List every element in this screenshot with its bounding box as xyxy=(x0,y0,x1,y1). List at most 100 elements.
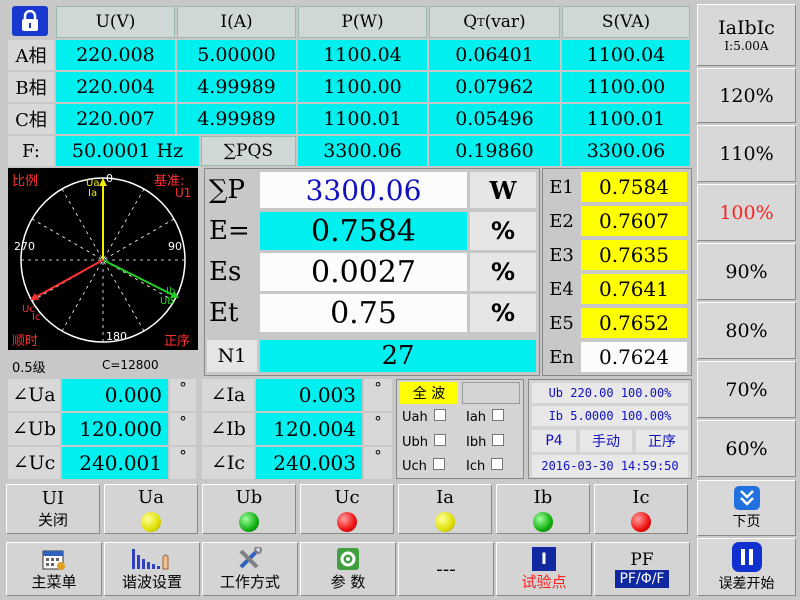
b-current: 4.99989 xyxy=(177,72,296,102)
angle-ic-label: ∠Ic xyxy=(202,447,254,479)
header-s: S(VA) xyxy=(562,6,690,38)
ub-switch-button[interactable]: Ub xyxy=(202,484,296,534)
sum-reactive-power: 0.19860 xyxy=(429,136,560,166)
angle-ia-degree: ° xyxy=(364,379,392,411)
b-active-power: 1100.00 xyxy=(298,72,427,102)
header-p: P(W) xyxy=(298,6,427,38)
datetime: 2016-03-30 14:59:50 xyxy=(532,455,688,477)
placeholder-button[interactable]: --- xyxy=(398,542,494,596)
ich-checkbox[interactable]: Ich xyxy=(466,458,504,474)
iah-checkbox[interactable]: Iah xyxy=(466,409,505,425)
angle-uc-degree: ° xyxy=(170,447,196,479)
ui-toggle-button[interactable]: UI 关闭 xyxy=(6,484,100,534)
row-label-c: C相 xyxy=(8,104,54,134)
iah-box[interactable] xyxy=(492,409,505,421)
c-reactive-power: 0.05496 xyxy=(429,104,560,134)
status-voltage-line: Ub 220.00 100.00% xyxy=(532,383,688,403)
angle-ua-degree: ° xyxy=(170,379,196,411)
status-current-line: Ib 5.0000 100.00% xyxy=(532,406,688,426)
angle-ub-label: ∠Ub xyxy=(8,413,60,445)
ib-vector-label: Ib xyxy=(166,286,176,297)
ua-switch-button[interactable]: Ua xyxy=(104,484,198,534)
angle-ub-value: 120.000 xyxy=(62,413,168,445)
sequence-mode[interactable]: 正序 xyxy=(636,430,688,452)
angle-ua-label: ∠Ua xyxy=(8,379,60,411)
level-80-button[interactable]: 80% xyxy=(697,302,796,359)
next-page-label: 下页 xyxy=(732,514,761,530)
level-110-button[interactable]: 110% xyxy=(697,125,796,182)
ib-switch-button[interactable]: Ib xyxy=(496,484,590,534)
calendar-icon xyxy=(42,550,65,570)
uch-box[interactable] xyxy=(432,458,445,470)
uah-checkbox[interactable]: Uah xyxy=(402,409,446,425)
uc-indicator-lamp xyxy=(337,511,357,532)
angle-ub-degree: ° xyxy=(170,413,196,445)
wiring-mode[interactable]: P4 xyxy=(532,430,576,452)
current-range-panel[interactable]: IaIbIc I:5.00A xyxy=(697,4,796,66)
error-label-e2: E2 xyxy=(549,210,574,232)
degree-90: 90 xyxy=(168,240,182,253)
angle-ib-degree: ° xyxy=(364,413,392,445)
ibh-box[interactable] xyxy=(492,434,505,446)
main-menu-button[interactable]: 主菜单 xyxy=(6,542,102,596)
frequency-value: 50.0001 Hz xyxy=(56,136,199,166)
et-label: Et xyxy=(209,298,239,328)
scale-label: 比例 xyxy=(12,174,39,189)
level-90-button[interactable]: 90% xyxy=(697,243,796,300)
ui-toggle-state: 关闭 xyxy=(37,511,68,529)
params-button[interactable]: 参 数 xyxy=(300,542,396,596)
angle-ua-value: 0.000 xyxy=(62,379,168,411)
ic-switch-label: Ic xyxy=(632,486,650,508)
ibh-checkbox[interactable]: Ibh xyxy=(466,434,505,450)
b-voltage: 220.004 xyxy=(56,72,175,102)
test-point-label: 试验点 xyxy=(521,572,567,591)
level-60-button[interactable]: 60% xyxy=(697,420,796,477)
current-range-value: I:5.00A xyxy=(724,39,769,53)
error-value-en: 0.7624 xyxy=(581,342,687,372)
a-voltage: 220.008 xyxy=(56,40,175,70)
ubh-box[interactable] xyxy=(434,434,447,446)
error-label-e3: E3 xyxy=(549,244,574,266)
n1-value: 27 xyxy=(260,340,536,372)
e-value: 0.7584 xyxy=(260,212,467,250)
start-error-button[interactable]: 误差开始 xyxy=(697,538,796,596)
pf-mode: PF/Φ/F xyxy=(615,570,669,588)
angle-uc-label: ∠Uc xyxy=(8,447,60,479)
error-value-e2: 0.7607 xyxy=(581,206,687,236)
level-70-button[interactable]: 70% xyxy=(697,361,796,418)
level-100-button[interactable]: 100% xyxy=(697,184,796,241)
a-reactive-power: 0.06401 xyxy=(429,40,560,70)
ich-label: Ich xyxy=(466,459,486,474)
test-point-button[interactable]: I 试验点 xyxy=(496,542,592,596)
placeholder-label: --- xyxy=(436,558,456,580)
angle-uc-value: 240.001 xyxy=(62,447,168,479)
harmonic-setup-label: 谐波设置 xyxy=(121,572,182,591)
ubh-checkbox[interactable]: Ubh xyxy=(402,434,447,450)
es-unit: % xyxy=(470,253,536,291)
row-label-a: A相 xyxy=(8,40,54,70)
uc-switch-button[interactable]: Uc xyxy=(300,484,394,534)
work-mode-button[interactable]: 工作方式 xyxy=(202,542,298,596)
ic-switch-button[interactable]: Ic xyxy=(594,484,688,534)
e-unit: % xyxy=(470,212,536,250)
ib-indicator-lamp xyxy=(533,511,553,532)
phase-sequence: 正序 xyxy=(164,334,191,349)
phasor-diagram[interactable]: 比例 基准: U1 顺时 正序 0 90 180 270 Ua Ia Ub Ib… xyxy=(8,168,198,350)
lock-button[interactable] xyxy=(12,6,48,36)
header-q: Q T (var) xyxy=(429,6,560,38)
a-apparent-power: 1100.04 xyxy=(562,40,690,70)
next-page-button[interactable]: 下页 xyxy=(697,480,796,536)
ia-switch-button[interactable]: Ia xyxy=(398,484,492,534)
ich-box[interactable] xyxy=(491,458,504,470)
level-120-button[interactable]: 120% xyxy=(697,68,796,123)
manual-mode[interactable]: 手动 xyxy=(580,430,632,452)
uch-checkbox[interactable]: Uch xyxy=(402,458,445,474)
error-label-e4: E4 xyxy=(549,278,574,300)
pf-button[interactable]: PF PF/Φ/F xyxy=(594,542,690,596)
uah-box[interactable] xyxy=(433,409,446,421)
full-wave-button[interactable]: 全 波 xyxy=(400,382,458,404)
ub-switch-label: Ub xyxy=(235,486,263,508)
row-label-b: B相 xyxy=(8,72,54,102)
ib-switch-label: Ib xyxy=(533,486,553,508)
harmonic-setup-button[interactable]: 谐波设置 xyxy=(104,542,200,596)
